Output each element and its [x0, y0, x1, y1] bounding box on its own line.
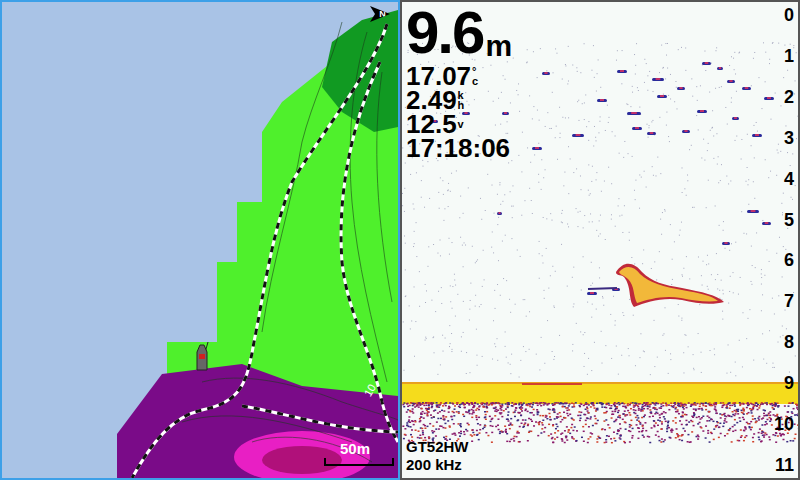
data-readouts: 9.6m17.07°c2.49kh12.5v17:18:06 [406, 2, 512, 160]
fishfinder-screen: N1050m9.6m17.07°c2.49kh12.5v17:18:06 0 1 2 3… [0, 0, 800, 480]
depth-tick: 2 [784, 87, 794, 107]
fish-echo [627, 112, 641, 115]
fish-echo [657, 95, 667, 98]
fish-echo [727, 80, 735, 83]
transducer-info: GT52HW200 kHz [406, 438, 469, 474]
reading-unit: °c [472, 66, 478, 86]
reading-unit: v [458, 119, 464, 129]
fish-echo [632, 127, 642, 130]
depth-scale: 0 1 2 3 4 5 6 7 8 9 10 11 [774, 5, 794, 475]
bottom-return [402, 382, 798, 404]
sonar-panel: 9.6m17.07°c2.49kh12.5v17:18:06 0 1 2 3 4 5 6 7 8 9… [400, 0, 800, 480]
map-panel[interactable]: N1050m [0, 0, 400, 480]
fish-echo [617, 70, 627, 73]
depth-tick: 10 [774, 414, 794, 434]
data-reading: 12.5v [406, 112, 512, 136]
fish-echo [502, 112, 509, 115]
data-reading: 17.07°c [406, 64, 512, 88]
fish-echo [762, 222, 771, 225]
fish-echo [532, 147, 542, 150]
fish-echo [462, 112, 470, 115]
fish-echo [752, 134, 762, 137]
fish-echo [597, 99, 607, 102]
fish-echo [542, 72, 550, 75]
fish-echo [742, 87, 751, 90]
fish-echo [682, 130, 690, 133]
fish-echo [702, 62, 711, 65]
fish-echo [764, 97, 774, 100]
depth-tick: 11 [775, 455, 794, 475]
fish-echo [677, 87, 685, 90]
data-reading: 2.49kh [406, 88, 512, 112]
track-lines [132, 24, 398, 478]
depth-tick: 8 [784, 332, 794, 352]
fish-echo [647, 132, 656, 135]
boat-icon [197, 345, 207, 370]
fish-echo [697, 110, 707, 113]
data-reading: 17:18:06 [406, 136, 512, 160]
fish-echo [722, 242, 730, 245]
scale-bar [324, 458, 394, 466]
fish-echo [652, 78, 664, 81]
depth-tick: 4 [784, 169, 794, 189]
echo-shape [588, 264, 724, 307]
depth-tick: 3 [784, 128, 794, 148]
fish-echo [732, 117, 739, 120]
fish-echo [717, 67, 723, 70]
contour-lines [182, 22, 398, 462]
depth-tick: 5 [784, 210, 794, 230]
depth-tick: 0 [784, 5, 794, 25]
depth-tick: 7 [784, 291, 794, 311]
depth-readout: 9.6m [406, 2, 512, 64]
depth-tick: 1 [784, 46, 794, 66]
fish-echo [587, 292, 597, 295]
depth-tick: 6 [784, 250, 794, 270]
reading-unit: kh [458, 90, 465, 110]
fish-echo [747, 210, 759, 213]
fish-echo [572, 134, 584, 137]
depth-tick: 9 [784, 373, 794, 393]
chart-map[interactable] [2, 2, 398, 478]
map-scale: 50m [324, 440, 394, 466]
fish-echo [497, 212, 502, 215]
